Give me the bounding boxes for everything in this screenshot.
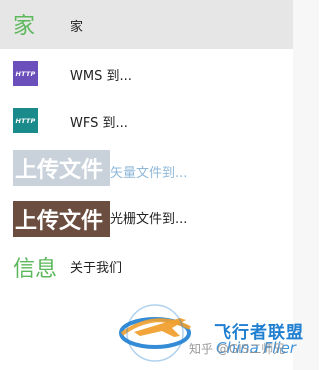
menu-item-home[interactable]: 家 家 — [0, 0, 293, 49]
menu-item-about[interactable]: 信息 关于我们 — [0, 250, 293, 290]
menu-item-upload-raster-label: 光栅文件到... — [110, 212, 188, 227]
watermark-source: 知乎 @GIS二师兄 — [189, 342, 286, 356]
menu-item-upload-vector[interactable]: 上传文件 矢量文件到... — [0, 148, 293, 188]
upload-file-icon: 上传文件 — [13, 201, 110, 237]
menu-item-upload-vector-label: 矢量文件到... — [110, 166, 188, 181]
menu-item-wms[interactable]: HTTP WMS 到... — [0, 55, 293, 93]
menu-item-wfs[interactable]: HTTP WFS 到... — [0, 100, 293, 140]
info-icon: 信息 — [13, 257, 58, 282]
http-wms-icon: HTTP — [13, 61, 38, 86]
upload-file-icon: 上传文件 — [13, 150, 110, 186]
home-icon: 家 — [13, 14, 36, 39]
http-wfs-icon: HTTP — [13, 108, 38, 133]
menu-item-about-label: 关于我们 — [70, 261, 123, 276]
menu-item-wms-label: WMS 到... — [70, 69, 132, 84]
menu-item-home-label: 家 — [70, 20, 84, 35]
menu-item-upload-raster[interactable]: 上传文件 光栅文件到... — [0, 197, 293, 237]
menu-item-wfs-label: WFS 到... — [70, 116, 128, 131]
